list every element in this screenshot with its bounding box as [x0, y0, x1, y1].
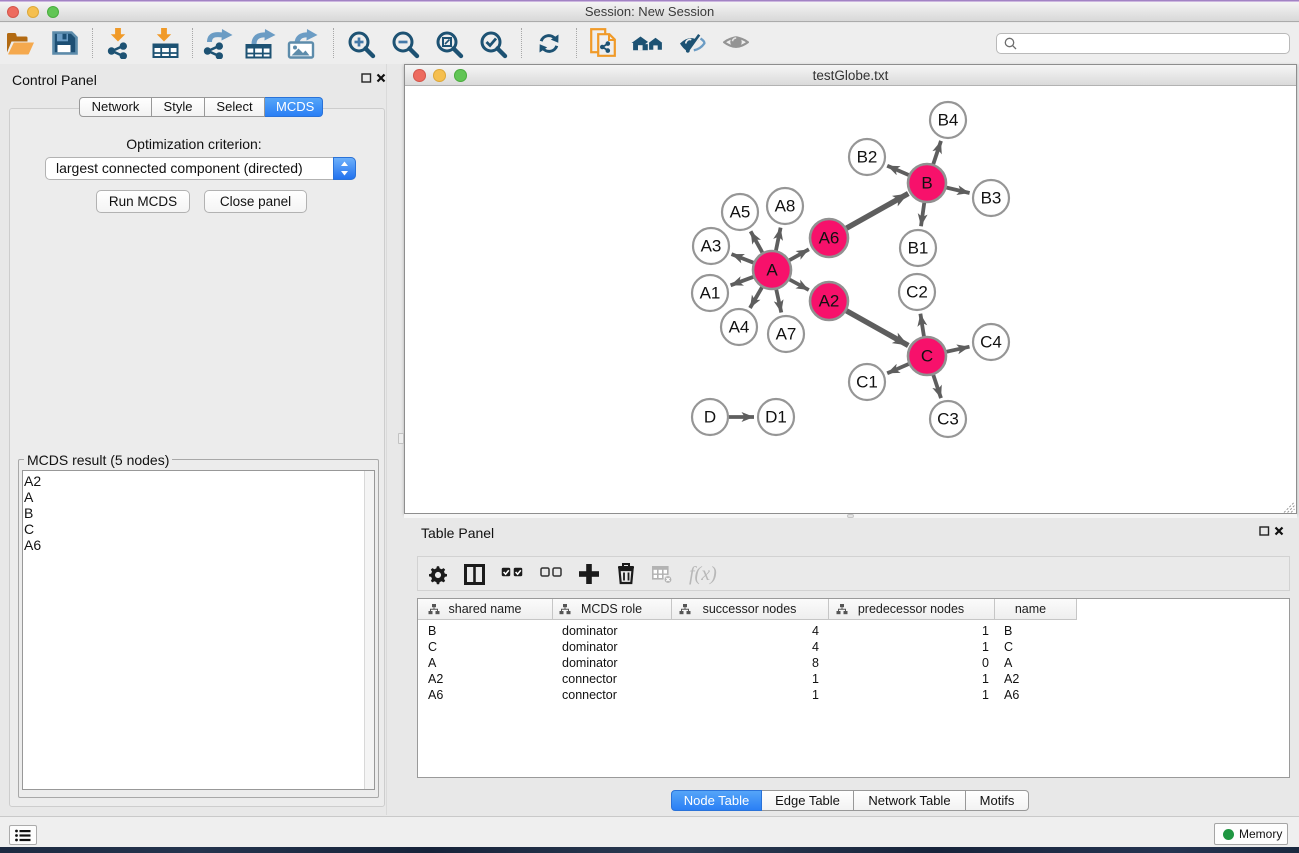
svg-text:B: B	[921, 174, 932, 193]
svg-text:C4: C4	[980, 333, 1002, 352]
svg-text:A1: A1	[700, 284, 721, 303]
svg-text:C3: C3	[937, 410, 959, 429]
svg-text:A2: A2	[819, 292, 840, 311]
svg-text:C: C	[921, 347, 933, 366]
svg-text:A4: A4	[729, 318, 750, 337]
svg-text:A: A	[766, 261, 778, 280]
svg-text:A8: A8	[775, 197, 796, 216]
svg-text:B2: B2	[857, 148, 878, 167]
svg-text:C2: C2	[906, 283, 928, 302]
svg-text:A3: A3	[701, 237, 722, 256]
svg-text:A6: A6	[819, 229, 840, 248]
svg-text:D1: D1	[765, 408, 787, 427]
svg-text:C1: C1	[856, 373, 878, 392]
svg-text:D: D	[704, 408, 716, 427]
svg-text:A5: A5	[730, 203, 751, 222]
svg-text:B4: B4	[938, 111, 959, 130]
svg-text:B1: B1	[908, 239, 929, 258]
svg-text:A7: A7	[776, 325, 797, 344]
svg-text:B3: B3	[981, 189, 1002, 208]
